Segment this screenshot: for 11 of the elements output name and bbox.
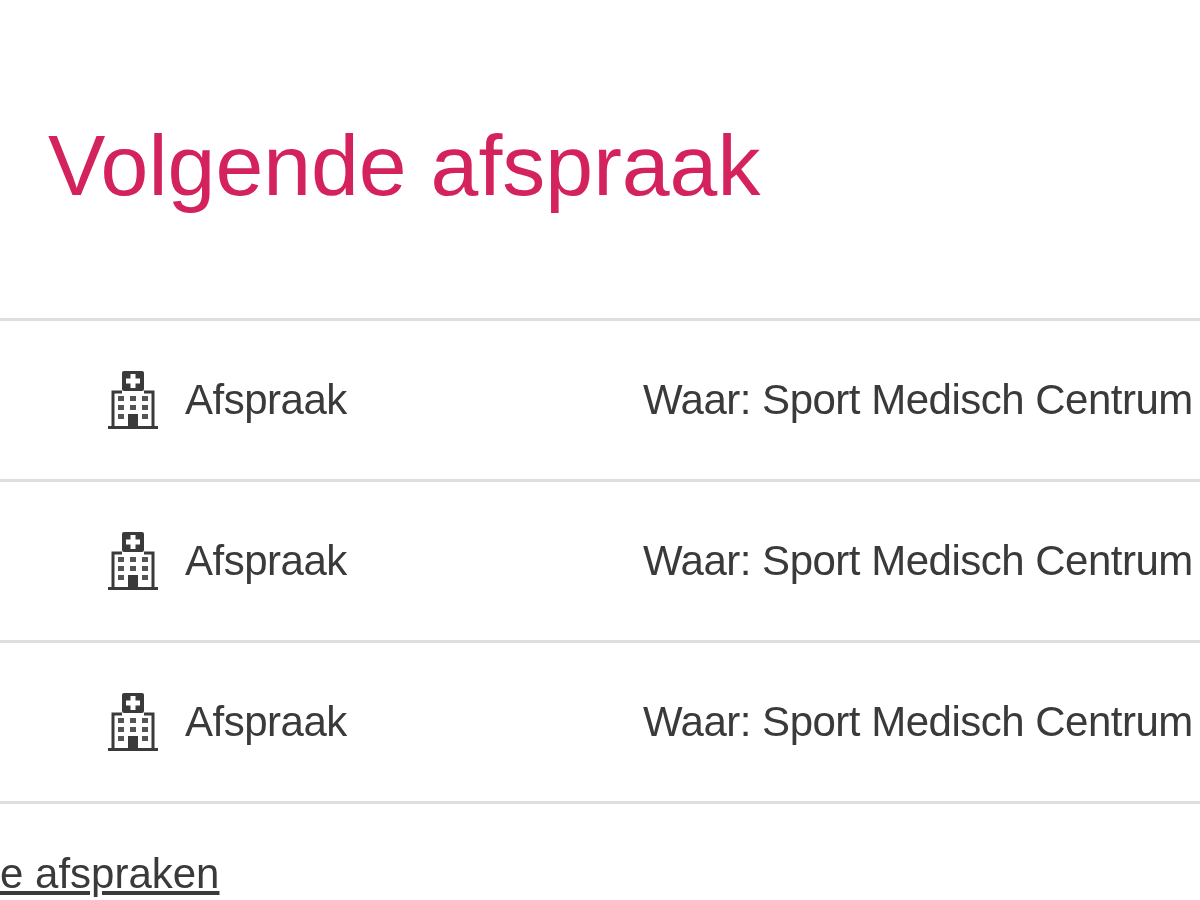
appointment-location: Waar: Sport Medisch Centrum (643, 697, 1194, 747)
hospital-icon (107, 692, 159, 752)
appointment-type: Afspraak (185, 375, 347, 425)
appointment-location: Waar: Sport Medisch Centrum (643, 375, 1194, 425)
appointment-type: Afspraak (185, 536, 347, 586)
section-title: Volgende afspraak (48, 116, 761, 215)
hospital-icon (107, 531, 159, 591)
appointment-type: Afspraak (185, 697, 347, 747)
appointments-link[interactable]: e afspraken (0, 850, 220, 898)
appointment-location: Waar: Sport Medisch Centrum (643, 536, 1194, 586)
hospital-icon (107, 370, 159, 430)
